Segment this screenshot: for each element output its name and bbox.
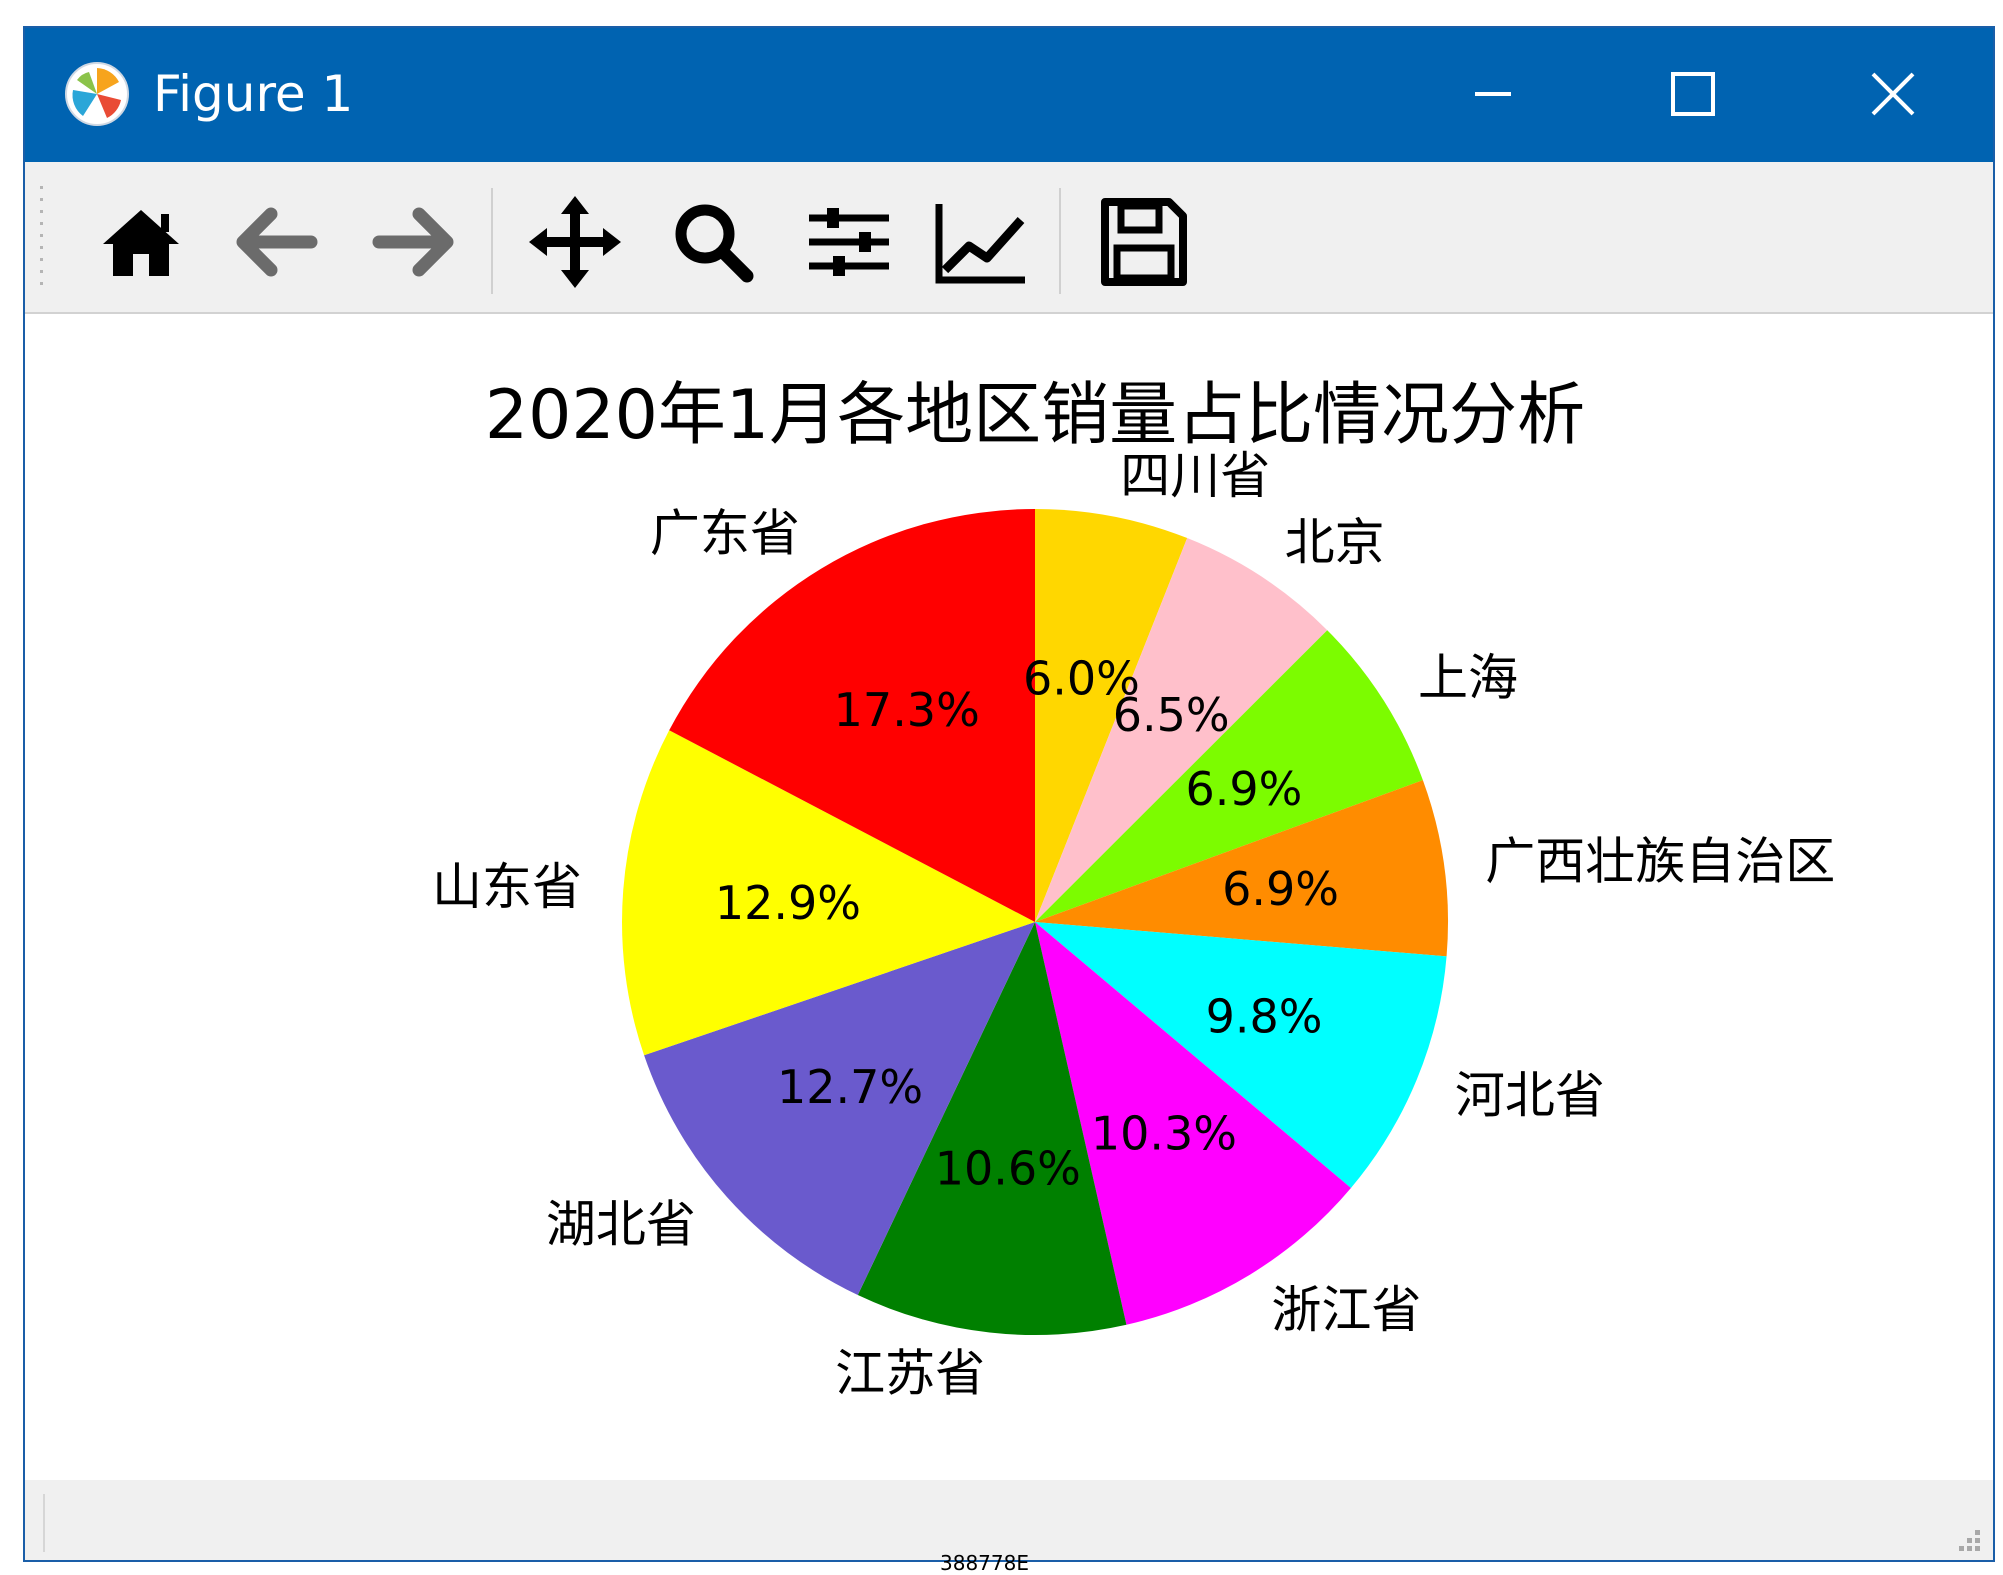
slice-percent-label: 6.5% [1113,688,1230,742]
configure-subplots-icon[interactable] [797,190,901,294]
close-icon[interactable] [1861,62,1925,126]
slice-category-label: 上海 [1418,649,1518,707]
slice-category-label: 广西壮族自治区 [1485,832,1835,890]
minimize-icon[interactable] [1461,62,1525,126]
slice-category-label: 四川省 [1120,447,1270,505]
slice-percent-label: 12.9% [715,876,861,930]
pie-chart: 2020年1月各地区销量占比情况分析 6.0%四川省6.5%北京6.9%上海6.… [432,376,1835,1403]
slice-percent-label: 10.3% [1091,1107,1237,1161]
navigation-toolbar [25,162,1993,314]
window-title: Figure 1 [153,65,354,123]
slice-category-label: 广东省 [650,504,800,562]
home-icon[interactable] [89,190,193,294]
maximize-icon[interactable] [1661,62,1725,126]
image-caption: 388778E [940,1551,1029,1575]
chart-title: 2020年1月各地区销量占比情况分析 [485,376,1585,455]
slice-percent-label: 17.3% [834,683,980,737]
toolbar-separator [491,188,493,294]
slice-category-label: 山东省 [432,858,582,916]
back-arrow-icon[interactable] [225,190,329,294]
slice-percent-label: 9.8% [1206,990,1323,1044]
status-bar [25,1480,1993,1560]
slice-percent-label: 12.7% [777,1060,923,1114]
toolbar-separator [1059,188,1061,294]
slice-category-label: 湖北省 [546,1195,696,1253]
pan-move-icon[interactable] [523,190,627,294]
zoom-magnifier-icon[interactable] [661,190,765,294]
toolbar-grip-icon[interactable] [39,184,45,288]
title-bar[interactable]: Figure 1 [25,28,1993,162]
slice-category-label: 河北省 [1455,1066,1605,1124]
slice-category-label: 北京 [1285,513,1385,571]
resize-grip-icon[interactable] [1947,1518,1983,1554]
slice-percent-label: 6.9% [1186,762,1303,816]
slice-category-label: 浙江省 [1271,1281,1421,1339]
figure-window: Figure 1 2020年1月各地区销量占比情况分析 6.0% 四川省 6.5… [23,26,1995,1562]
save-floppy-icon[interactable] [1091,190,1195,294]
matplotlib-logo-icon [65,62,129,126]
slice-category-label: 江苏省 [835,1345,985,1403]
slice-percent-label: 6.9% [1222,862,1339,916]
figure-canvas[interactable]: 2020年1月各地区销量占比情况分析 6.0% 四川省 6.5% 北京 6.9% 上海 6.… [25,314,1993,1480]
status-divider [43,1494,45,1552]
forward-arrow-icon[interactable] [361,190,465,294]
edit-axis-icon[interactable] [929,190,1033,294]
slice-percent-label: 10.6% [935,1141,1081,1195]
